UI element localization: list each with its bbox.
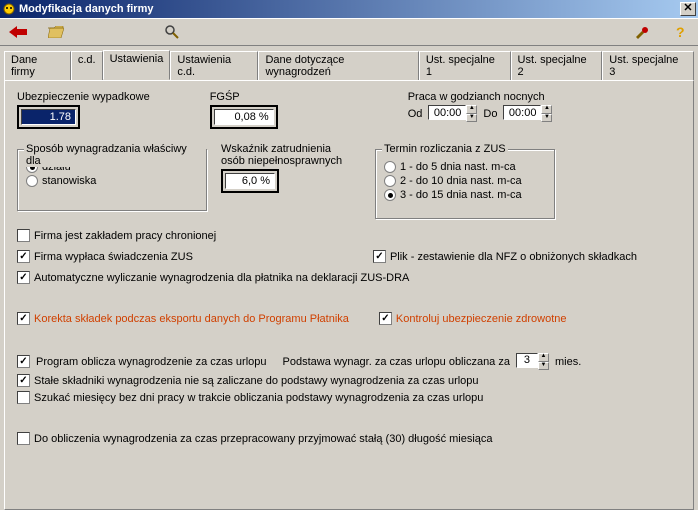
chk-stala30[interactable]: [17, 432, 30, 445]
down-icon[interactable]: ▼: [541, 114, 552, 123]
help-button[interactable]: ?: [670, 22, 690, 42]
mies-input[interactable]: 3 ▲▼: [516, 353, 549, 370]
close-button[interactable]: ✕: [680, 2, 696, 16]
chk-szukac-label: Szukać miesięcy bez dni pracy w trakcie …: [34, 392, 483, 404]
radio-stanowiska[interactable]: [26, 175, 38, 187]
chk-stala30-label: Do obliczenia wynagrodzenia za czas prze…: [34, 433, 493, 445]
od-input[interactable]: 00:00 ▲▼: [428, 105, 477, 122]
mies-unit: mies.: [555, 356, 581, 368]
radio-termin-3[interactable]: [384, 189, 396, 201]
chk-zusdra-label: Automatyczne wyliczanie wynagrodzenia dl…: [34, 272, 409, 284]
chk-zusdra[interactable]: [17, 271, 30, 284]
radio-termin-3-label: 3 - do 15 dnia nast. m-ca: [400, 188, 522, 202]
up-icon[interactable]: ▲: [541, 105, 552, 114]
radio-termin-1-label: 1 - do 5 dnia nast. m-ca: [400, 160, 516, 174]
tab-ustawienia[interactable]: Ustawienia: [103, 50, 171, 80]
do-label: Do: [483, 108, 497, 120]
wskaznik-field-wrap: 6,0 %: [221, 169, 279, 193]
chk-nfz[interactable]: [373, 250, 386, 263]
folder-button[interactable]: [46, 22, 66, 42]
chk-zus[interactable]: [17, 250, 30, 263]
svg-text:?: ?: [676, 25, 685, 39]
od-label: Od: [408, 108, 423, 120]
up-icon[interactable]: ▲: [466, 105, 477, 114]
radio-termin-2-label: 2 - do 10 dnia nast. m-ca: [400, 174, 522, 188]
radio-stanowiska-label: stanowiska: [42, 174, 96, 188]
down-icon[interactable]: ▼: [538, 362, 549, 371]
sposob-groupbox: Sposób wynagradzania właściwy dla działu…: [17, 149, 207, 211]
chk-zus-label: Firma wypłaca świadczenia ZUS: [34, 251, 193, 263]
down-icon[interactable]: ▼: [466, 114, 477, 123]
podstawa-label: Podstawa wynagr. za czas urlopu obliczan…: [283, 356, 510, 368]
chk-zdrowotne-label: Kontroluj ubezpieczenie zdrowotne: [396, 313, 567, 325]
wskaznik-label1: Wskaźnik zatrudnienia: [221, 143, 361, 155]
tab-cd[interactable]: c.d.: [71, 51, 103, 81]
app-icon: [2, 2, 16, 16]
fgsp-field-wrap: 0,08 %: [210, 105, 278, 129]
chk-korekta-label: Korekta składek podczas eksportu danych …: [34, 313, 349, 325]
tab-content: Ubezpieczenie wypadkowe 1.78 FGŚP 0,08 %…: [4, 80, 694, 510]
chk-korekta[interactable]: [17, 312, 30, 325]
up-icon[interactable]: ▲: [538, 353, 549, 362]
do-input[interactable]: 00:00 ▲▼: [503, 105, 552, 122]
termin-groupbox: Termin rozliczania z ZUS 1 - do 5 dnia n…: [375, 149, 555, 219]
search-button[interactable]: [162, 22, 182, 42]
chk-nfz-label: Plik - zestawienie dla NFZ o obniżonych …: [390, 251, 637, 263]
window-title: Modyfikacja danych firmy: [19, 3, 680, 15]
tab-specjalne-3[interactable]: Ust. specjalne 3: [602, 51, 694, 81]
chk-chroniona[interactable]: [17, 229, 30, 242]
chk-stale-label: Stałe składniki wynagrodzenia nie są zal…: [34, 375, 479, 387]
fgsp-input[interactable]: 0,08 %: [214, 109, 274, 125]
chk-szukac[interactable]: [17, 391, 30, 404]
wskaznik-label2: osób niepełnosprawnych: [221, 155, 361, 167]
fgsp-label: FGŚP: [210, 91, 278, 103]
back-button[interactable]: [8, 22, 28, 42]
chk-urlop[interactable]: [17, 355, 30, 368]
chk-stale[interactable]: [17, 374, 30, 387]
tab-specjalne-1[interactable]: Ust. specjalne 1: [419, 51, 511, 81]
wskaznik-input[interactable]: 6,0 %: [225, 173, 275, 189]
chk-chroniona-label: Firma jest zakładem pracy chronionej: [34, 230, 216, 242]
tab-wynagrodzen[interactable]: Dane dotyczące wynagrodzeń: [258, 51, 418, 81]
tab-specjalne-2[interactable]: Ust. specjalne 2: [511, 51, 603, 81]
tabbar: Dane firmy c.d. Ustawienia Ustawienia c.…: [0, 46, 698, 80]
ubezp-label: Ubezpieczenie wypadkowe: [17, 91, 150, 103]
chk-urlop-label: Program oblicza wynagrodzenie za czas ur…: [36, 356, 267, 368]
nocne-label: Praca w godzianch nocnych: [408, 91, 553, 103]
ubezp-field-wrap: 1.78: [17, 105, 80, 129]
termin-title: Termin rozliczania z ZUS: [382, 143, 508, 155]
tool-icon[interactable]: [632, 22, 652, 42]
tab-dane-firmy[interactable]: Dane firmy: [4, 51, 71, 81]
ubezp-input[interactable]: 1.78: [21, 109, 76, 125]
titlebar: Modyfikacja danych firmy ✕: [0, 0, 698, 18]
chk-zdrowotne[interactable]: [379, 312, 392, 325]
radio-termin-1[interactable]: [384, 161, 396, 173]
radio-termin-2[interactable]: [384, 175, 396, 187]
sposob-title: Sposób wynagradzania właściwy dla: [24, 143, 206, 167]
tab-ustawienia-cd[interactable]: Ustawienia c.d.: [170, 51, 258, 81]
toolbar: ?: [0, 18, 698, 46]
